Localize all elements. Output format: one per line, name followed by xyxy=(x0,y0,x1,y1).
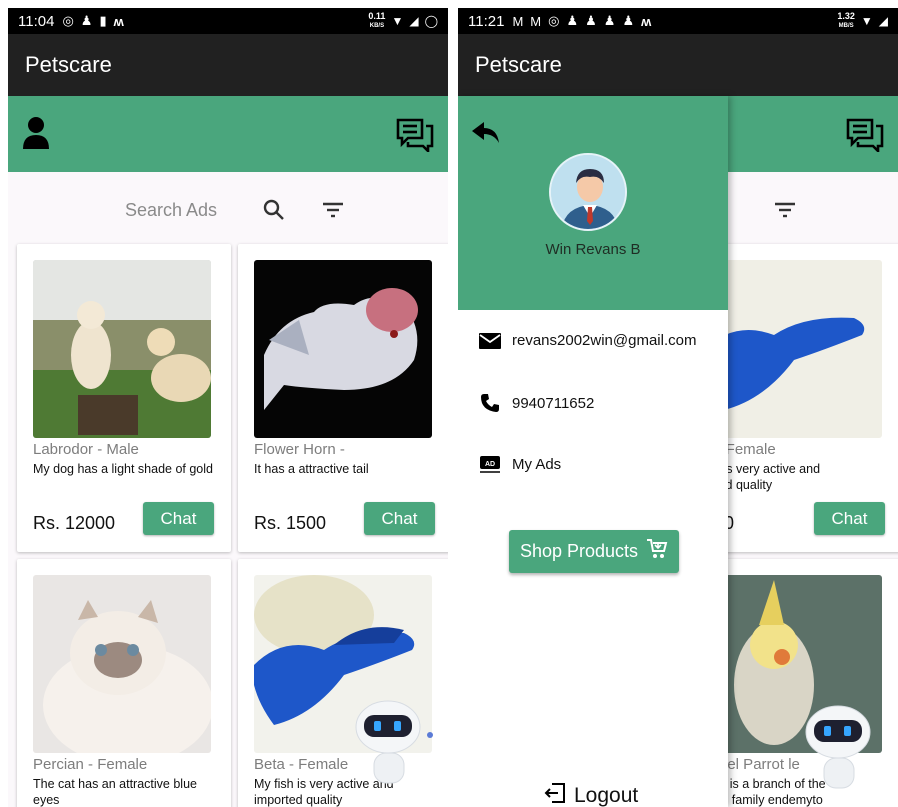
net-speed: 1.32 MB/S xyxy=(837,11,855,30)
gmail-icon: M xyxy=(530,13,542,29)
search-row: Search Ads xyxy=(8,172,448,244)
cart-icon xyxy=(646,538,668,565)
status-time: 11:21 xyxy=(468,12,505,30)
signal-icon: ◢ xyxy=(878,14,888,28)
signal-icon: ◢ xyxy=(409,14,419,28)
wifi-icon: ▼ xyxy=(860,14,873,28)
instagram-icon: ◎ xyxy=(548,13,560,28)
user-email: revans2002win@gmail.com xyxy=(512,332,697,349)
app-title: Petscare xyxy=(475,52,562,77)
betta-fish-photo xyxy=(704,260,882,438)
snapchat-icon: ♟ xyxy=(80,13,93,28)
battery-saver-icon: ▮ xyxy=(99,13,107,28)
net-speed: 0.11 KB/S xyxy=(368,11,386,30)
ad-description: It has a attractive tail xyxy=(254,462,369,476)
navigation-drawer: Win Revans B revans2002win@gmail.com 994… xyxy=(458,96,728,807)
avatar[interactable] xyxy=(549,153,627,231)
ad-description: The cat has an attractive blue eyes xyxy=(33,777,197,807)
snapchat-icon: ♟ xyxy=(622,13,635,28)
home-screen: 11:04 ◎ ♟ ▮ ʍ 0.11 KB/S ▼ ◢ ◯ Petscare Se… xyxy=(8,8,448,807)
dogs-photo xyxy=(33,260,211,438)
ad-title: Flower Horn - xyxy=(254,441,345,458)
toolbar xyxy=(8,96,448,172)
gmail-icon: ʍ xyxy=(113,13,124,29)
my-ads-row[interactable]: AD My Ads xyxy=(478,455,561,473)
ad-card[interactable]: Percian - Female The cat has an attracti… xyxy=(17,559,231,807)
chatbot-robot-icon[interactable] xyxy=(798,698,888,798)
phone-row[interactable]: 9940711652 xyxy=(478,393,594,413)
ad-title: Labrodor - Male xyxy=(33,441,139,458)
wifi-icon: ▼ xyxy=(391,14,404,28)
instagram-icon: ◎ xyxy=(62,13,74,28)
status-bar: 11:21 M M ◎ ♟ ♟ ♟ ♟ ʍ 1.32 MB/S ▼ ◢ xyxy=(458,8,898,34)
chat-button[interactable]: Chat xyxy=(364,502,435,535)
ad-card[interactable]: Labrodor - Male My dog has a light shade… xyxy=(17,244,231,552)
search-icon[interactable] xyxy=(263,199,285,226)
fish-photo xyxy=(254,260,432,438)
mail-icon xyxy=(478,332,502,349)
app-title: Petscare xyxy=(25,52,112,77)
snapchat-icon: ♟ xyxy=(603,13,616,28)
chat-button[interactable]: Chat xyxy=(814,502,885,535)
gmail-icon: ʍ xyxy=(641,13,652,29)
drawer-header: Win Revans B xyxy=(458,96,728,310)
messages-icon[interactable] xyxy=(846,118,884,157)
cat-photo xyxy=(33,575,211,753)
sync-icon: ◯ xyxy=(424,14,438,28)
ad-price: Rs. 12000 xyxy=(33,513,116,533)
chatbot-robot-icon[interactable] xyxy=(348,693,438,793)
ad-price: Rs. 1500 xyxy=(254,513,327,533)
profile-icon[interactable] xyxy=(22,116,50,155)
ad-title: Percian - Female xyxy=(33,756,148,773)
status-time: 11:04 xyxy=(18,12,55,30)
phone-icon xyxy=(478,393,502,413)
ad-description: My dog has a light shade of gold xyxy=(33,462,213,476)
ad-card[interactable]: Flower Horn - It has a attractive tail R… xyxy=(238,244,448,552)
search-input[interactable]: Search Ads xyxy=(125,200,217,221)
chat-button[interactable]: Chat xyxy=(143,502,214,535)
email-row[interactable]: revans2002win@gmail.com xyxy=(478,332,696,349)
user-phone: 9940711652 xyxy=(512,394,595,412)
logout-icon xyxy=(544,782,566,807)
logout-button[interactable]: Logout xyxy=(544,782,638,807)
back-arrow-icon[interactable] xyxy=(472,122,500,149)
snapchat-icon: ♟ xyxy=(585,13,597,28)
snapchat-icon: ♟ xyxy=(566,13,579,28)
user-name: Win Revans B xyxy=(545,241,641,258)
ad-description: ish is very active and orted quality xyxy=(704,462,821,492)
gmail-icon: M xyxy=(512,13,524,29)
my-ads-label: My Ads xyxy=(512,455,562,473)
filter-icon[interactable] xyxy=(774,202,796,223)
messages-icon[interactable] xyxy=(396,118,434,157)
ad-title: Beta - Female xyxy=(254,756,349,773)
shop-products-button[interactable]: Shop Products xyxy=(509,530,679,573)
drawer-screen: 11:21 M M ◎ ♟ ♟ ♟ ♟ ʍ 1.32 MB/S ▼ ◢ Petsc… xyxy=(458,8,898,807)
filter-icon[interactable] xyxy=(322,202,344,223)
logout-label: Logout xyxy=(574,784,639,807)
svg-text:AD: AD xyxy=(485,461,495,468)
status-bar: 11:04 ◎ ♟ ▮ ʍ 0.11 KB/S ▼ ◢ ◯ xyxy=(8,8,448,34)
ads-icon: AD xyxy=(478,455,502,473)
app-title-bar: Petscare xyxy=(458,34,898,96)
app-title-bar: Petscare xyxy=(8,34,448,96)
